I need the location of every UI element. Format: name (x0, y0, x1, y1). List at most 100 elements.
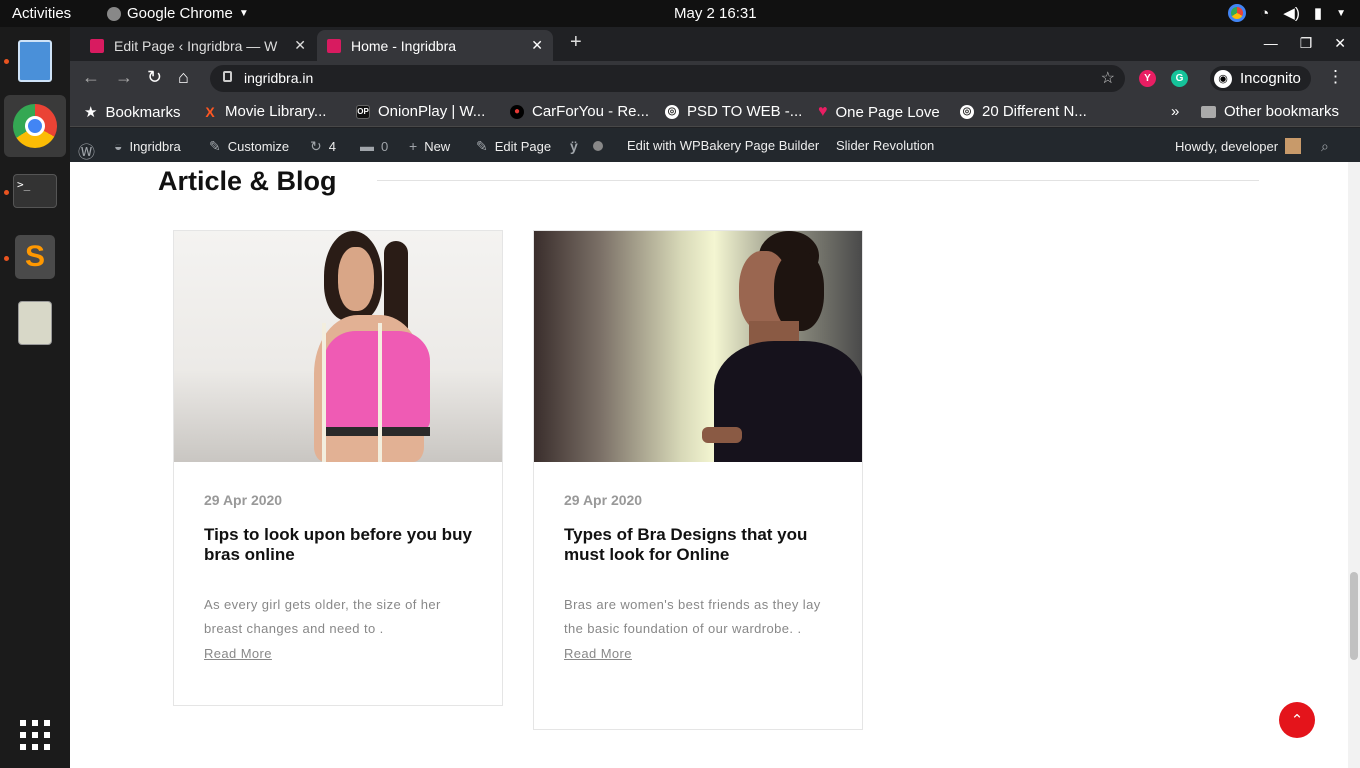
customize-link[interactable]: ✎ Customize (209, 138, 289, 155)
slider-revolution-link[interactable]: Slider Revolution (836, 138, 934, 153)
folder-icon (1201, 105, 1216, 118)
bookmark-item[interactable]: ★ Bookmarks (84, 103, 181, 122)
tab-title: Home - Ingridbra (351, 37, 457, 54)
new-label: New (424, 138, 451, 154)
plus-icon: + (409, 138, 418, 154)
wpbakery-link[interactable]: Edit with WPBakery Page Builder (627, 138, 819, 153)
terminal-icon[interactable]: >_ (4, 160, 66, 222)
bookmark-item[interactable]: ◎ 20 Different N... (960, 103, 1087, 120)
wifi-icon[interactable]: ◔ (1260, 5, 1269, 22)
lock-icon[interactable] (223, 71, 232, 82)
globe-icon: ◎ (960, 104, 974, 119)
disk-app-icon[interactable] (4, 292, 66, 354)
site-name-link[interactable]: ◒ Ingridbra (114, 138, 181, 154)
page-scrollbar[interactable] (1348, 162, 1360, 768)
bookmark-item[interactable]: ● CarForYou - Re... (510, 103, 649, 120)
show-applications-icon[interactable] (4, 704, 66, 766)
close-tab-icon[interactable]: ✕ (294, 37, 306, 54)
blog-card: 29 Apr 2020 Types of Bra Designs that yo… (533, 230, 863, 730)
volume-icon[interactable]: ◀) (1283, 4, 1300, 22)
incognito-label: Incognito (1240, 70, 1301, 87)
forward-icon[interactable]: → (115, 67, 133, 88)
wordpress-logo-icon[interactable]: Ⓦ (78, 138, 95, 163)
tab-home[interactable]: Home - Ingridbra ✕ (317, 30, 553, 61)
wp-admin-bar: Ⓦ ◒ Ingridbra ✎ Customize ↻ 4 ▬ 0 + New ✎ Edit… (70, 128, 1360, 162)
chrome-tray-icon[interactable] (1228, 4, 1247, 22)
back-icon[interactable]: ← (82, 67, 100, 88)
post-image[interactable] (534, 231, 862, 462)
address-bar[interactable]: ingridbra.in ☆ (210, 65, 1125, 92)
dashboard-icon: ◒ (114, 138, 123, 154)
comments-link[interactable]: ▬ 0 (360, 138, 388, 154)
grammarly-icon[interactable]: G (1171, 70, 1188, 87)
tab-title: Edit Page ‹ Ingridbra — W (114, 37, 278, 54)
other-bookmarks[interactable]: Other bookmarks (1201, 103, 1339, 120)
bookmark-item[interactable]: ◎ PSD TO WEB -... (665, 103, 802, 120)
close-tab-icon[interactable]: ✕ (531, 37, 543, 54)
read-more-link[interactable]: Read More (204, 646, 272, 661)
customize-label: Customize (227, 139, 290, 154)
bookmark-item[interactable]: X Movie Library... (203, 103, 326, 120)
bookmark-item[interactable]: ♥ One Page Love (818, 103, 940, 121)
incognito-indicator[interactable]: ◉ Incognito (1210, 66, 1311, 91)
maximize-icon[interactable]: ❐ (1300, 35, 1313, 52)
post-title[interactable]: Types of Bra Designs that you must look … (564, 525, 832, 565)
star-icon: ★ (84, 104, 98, 121)
comments-count: 0 (381, 138, 389, 154)
back-to-top-button[interactable]: ⌃ (1279, 702, 1315, 738)
scrollbar-thumb[interactable] (1350, 572, 1358, 660)
activities-button[interactable]: Activities (12, 5, 71, 22)
menu-kebab-icon[interactable]: ⋮ (1327, 67, 1344, 87)
comment-icon: ▬ (360, 138, 374, 154)
greeting-label: Howdy, developer (1175, 138, 1279, 154)
minimize-icon[interactable]: — (1264, 35, 1278, 52)
clock[interactable]: May 2 16:31 (674, 5, 757, 22)
tab-edit-page[interactable]: Edit Page ‹ Ingridbra — W ✕ (80, 30, 316, 61)
more-bookmarks-icon[interactable]: » (1171, 103, 1179, 120)
url-text: ingridbra.in (244, 70, 314, 86)
toolbar: ← → ↻ ⌂ ingridbra.in ☆ Y G ◉ Incognito ⋮ (70, 61, 1360, 95)
post-title[interactable]: Tips to look upon before you buy bras on… (204, 525, 472, 565)
bookmark-label: Bookmarks (105, 103, 181, 121)
bookmark-item[interactable]: OP OnionPlay | W... (356, 103, 485, 120)
bookmark-star-icon[interactable]: ☆ (1101, 68, 1115, 88)
site-favicon-icon (90, 38, 104, 53)
power-menu-icon[interactable]: ▼ (1336, 8, 1346, 19)
other-bookmarks-label: Other bookmarks (1224, 103, 1340, 120)
yoast-icon[interactable]: ÿ (570, 138, 603, 154)
section-divider (377, 180, 1259, 181)
seo-status-dot (592, 141, 603, 151)
files-icon[interactable] (4, 30, 66, 92)
read-more-link[interactable]: Read More (564, 646, 632, 661)
updates-link[interactable]: ↻ 4 (310, 138, 336, 155)
new-content-link[interactable]: + New (409, 138, 450, 154)
search-icon[interactable]: ⌕ (1321, 138, 1329, 155)
edit-page-link[interactable]: ✎ Edit Page (476, 138, 551, 155)
battery-icon[interactable]: ▮ (1314, 4, 1322, 22)
app-menu[interactable]: Google Chrome ▼ (107, 5, 249, 22)
system-tray[interactable]: ◔ ◀) ▮ ▼ (1228, 4, 1346, 22)
updates-icon: ↻ (310, 138, 322, 154)
account-menu[interactable]: Howdy, developer (1175, 138, 1302, 154)
chrome-icon[interactable] (4, 95, 66, 157)
chrome-small-icon (107, 6, 121, 21)
app-name: Google Chrome (127, 5, 233, 22)
car-icon: ● (510, 104, 524, 119)
site-name-label: Ingridbra (129, 138, 181, 154)
post-date: 29 Apr 2020 (204, 492, 283, 508)
close-window-icon[interactable]: ✕ (1334, 35, 1346, 52)
post-image[interactable] (174, 231, 502, 462)
home-icon[interactable]: ⌂ (178, 67, 189, 88)
bookmark-label: 20 Different N... (982, 103, 1087, 120)
tab-strip: Edit Page ‹ Ingridbra — W ✕ Home - Ingri… (70, 27, 1360, 61)
bookmark-label: One Page Love (835, 103, 940, 121)
new-tab-icon[interactable]: + (570, 31, 582, 54)
page-content: Article & Blog 29 Apr 2020 Tips to look … (70, 162, 1360, 768)
extension-icon[interactable]: Y (1139, 70, 1156, 87)
globe-icon: ◎ (665, 104, 679, 119)
sublime-text-icon[interactable]: S (4, 226, 66, 288)
reload-icon[interactable]: ↻ (147, 67, 162, 88)
bookmarks-bar: ★ Bookmarks X Movie Library... OP OnionPlay… (70, 95, 1360, 127)
pencil-icon: ✎ (476, 138, 488, 154)
site-favicon-icon (327, 38, 341, 53)
